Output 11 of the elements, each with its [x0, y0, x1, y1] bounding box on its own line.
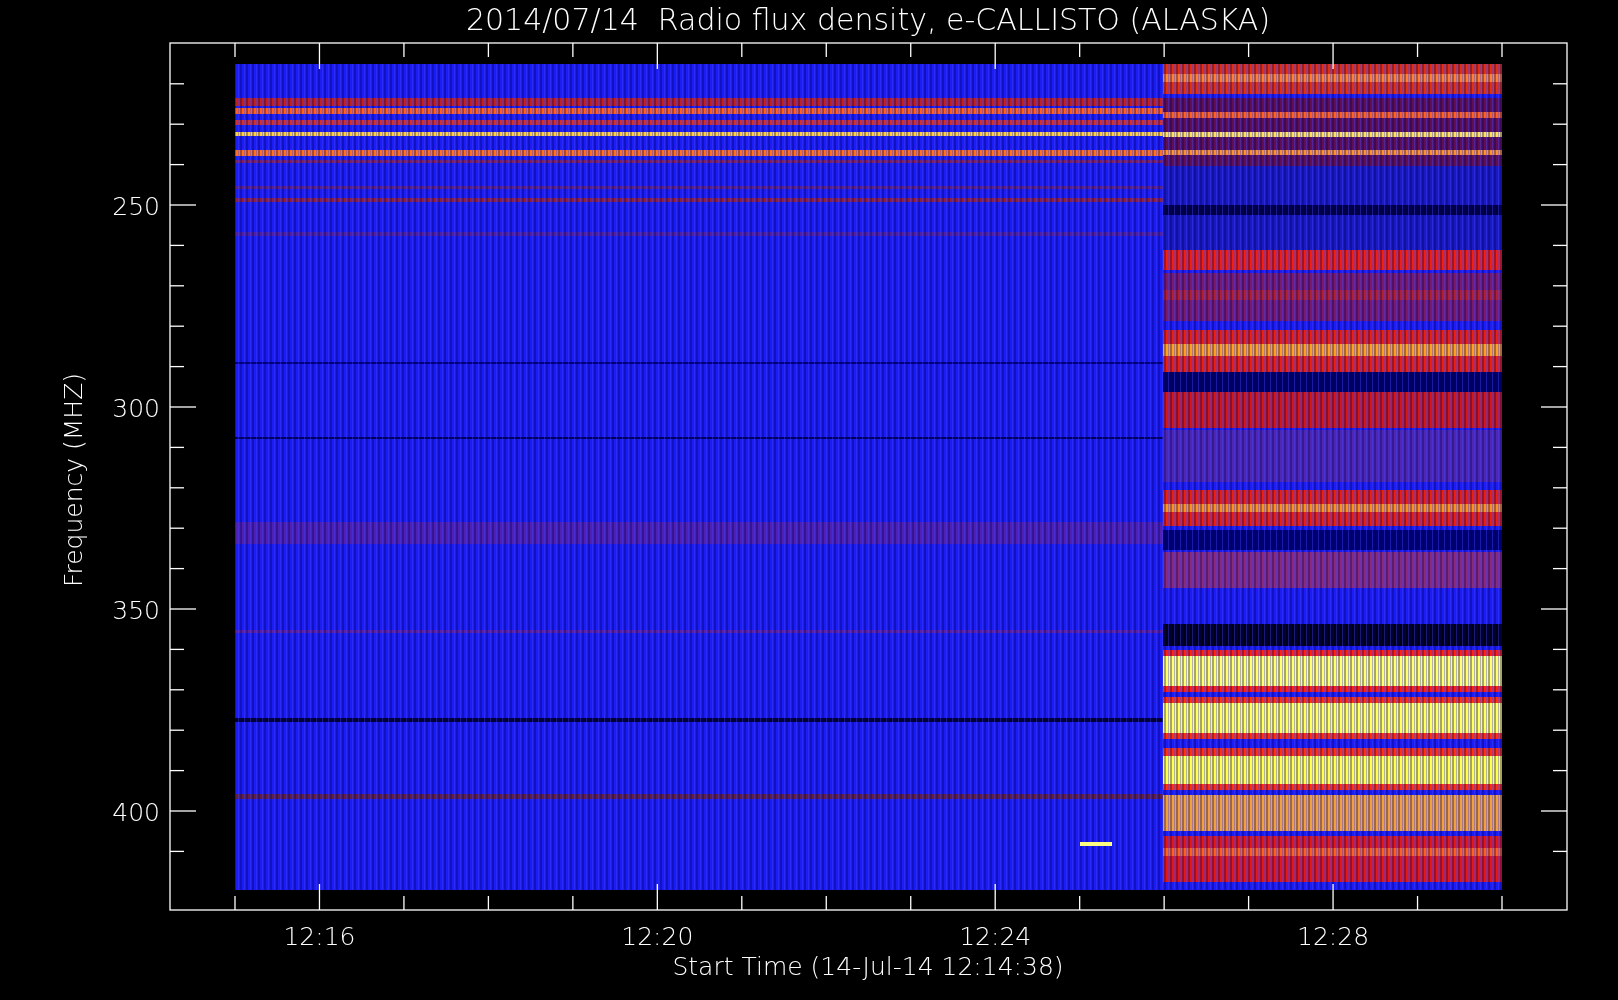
x-tick-label: 12:20 [621, 922, 694, 951]
y-tick-label: 400 [112, 798, 160, 827]
y-tick-label: 250 [112, 192, 160, 221]
x-tick-label: 12:28 [1297, 922, 1370, 951]
y-tick-label: 350 [112, 596, 160, 625]
chart-title: 2014/07/14 Radio flux density, e-CALLISTO (ALASKA) [465, 2, 1271, 37]
y-axis-label: Frequency (MHZ) [59, 372, 88, 588]
x-tick-label: 12:16 [283, 922, 356, 951]
x-tick-label: 12:24 [959, 922, 1032, 951]
y-tick-label: 300 [112, 394, 160, 423]
x-axis-label: Start Time (14-Jul-14 12:14:38) [672, 952, 1064, 981]
